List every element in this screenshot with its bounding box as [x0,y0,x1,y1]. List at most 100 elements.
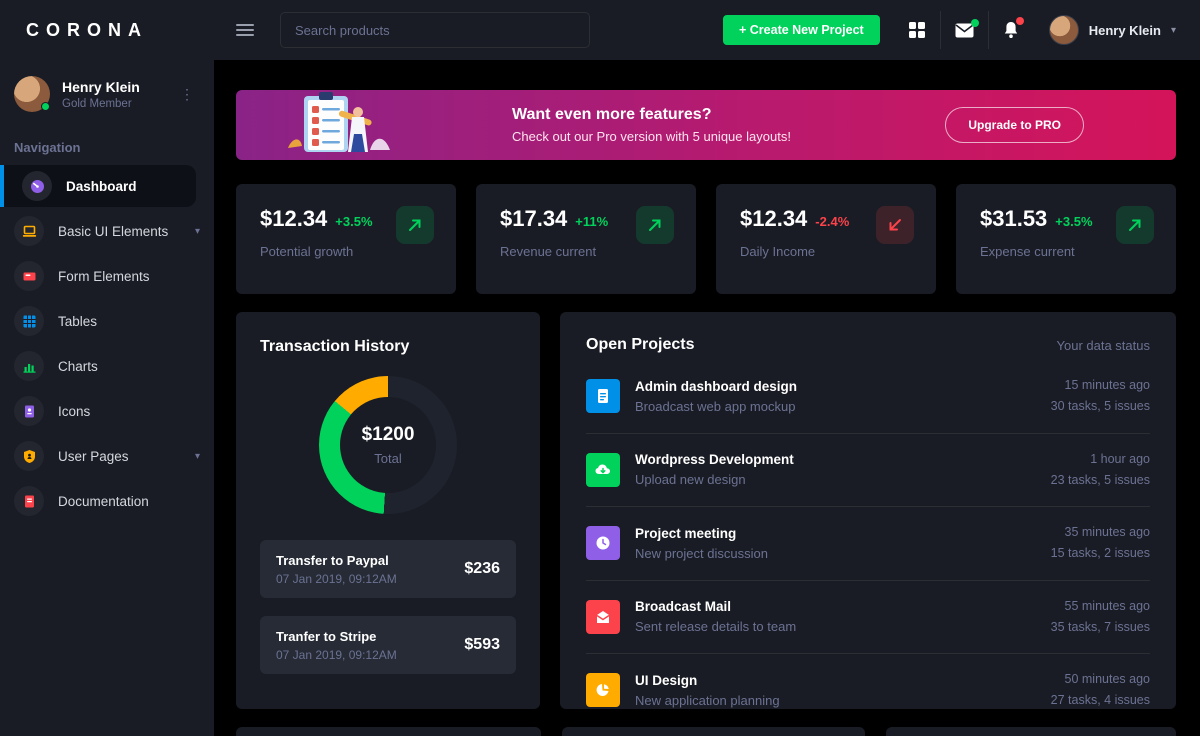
open-projects-card: Open Projects Your data status Admin das… [560,312,1176,709]
sidebar-item-documentation[interactable]: Documentation [0,480,214,522]
banner-illustration [282,90,402,160]
profile-avatar [14,76,50,112]
user-avatar [1048,15,1079,45]
project-meta: 55 minutes ago 35 tasks, 7 issues [1051,596,1150,639]
donut-total-label: Total [374,451,402,466]
stat-delta: +11% [575,214,609,229]
stat-label: Revenue current [500,244,597,259]
stat-label: Daily Income [740,244,816,259]
stat-label: Potential growth [260,244,354,259]
transfer-date: 07 Jan 2019, 09:12AM [276,647,397,662]
profile-options-icon[interactable]: ⋮ [174,84,200,105]
sidebar-item-dashboard[interactable]: Dashboard [0,165,196,207]
sidebar-item-charts[interactable]: Charts [0,345,214,387]
project-time: 1 hour ago [1090,451,1150,466]
stat-value: $31.53 [980,206,1048,231]
sidebar-profile[interactable]: Henry Klein Gold Member ⋮ [0,60,214,126]
laptop-icon [14,216,44,246]
stat-card-revenue-current: $17.34 +11% Revenue current [476,184,696,294]
search-box [280,12,590,48]
mail-open-icon [586,599,620,634]
transfers-list: Transfer to Paypal 07 Jan 2019, 09:12AM … [260,540,516,674]
project-meta: 50 minutes ago 27 tasks, 4 issues [1051,669,1150,712]
bar-chart-icon [14,351,44,381]
navbar-content: + Create New Project Henry Klein [214,11,1200,49]
create-project-button[interactable]: + Create New Project [723,15,880,45]
contacts-icon [14,396,44,426]
stat-value: $12.34 [740,206,808,231]
middle-row: Transaction History $1200 Total Transfer… [236,312,1176,709]
stat-delta: +3.5% [1055,214,1093,229]
bell-icon[interactable] [989,11,1033,49]
project-subtitle: Broadcast web app mockup [635,398,796,414]
project-text: Project meeting New project discussion [635,526,1051,561]
user-menu[interactable]: Henry Klein ▾ [1048,15,1176,45]
transfer-date: 07 Jan 2019, 09:12AM [276,571,397,586]
cloud-arrow-icon [586,452,620,487]
file-doc-icon [586,379,620,414]
stat-delta: -2.4% [815,214,850,229]
sidebar-item-label: User Pages [58,448,129,464]
stat-value: $17.34 [500,206,568,231]
project-tasks: 15 tasks, 2 issues [1050,546,1150,561]
stat-label: Expense current [980,244,1075,259]
project-subtitle: Upload new design [635,472,746,488]
transfer-row-stripe[interactable]: Tranfer to Stripe 07 Jan 2019, 09:12AM $… [260,616,516,674]
transfer-amount: $236 [464,560,500,577]
upgrade-pro-button[interactable]: Upgrade to PRO [945,107,1084,143]
profile-name: Henry Klein [62,78,140,95]
trend-down-icon [876,206,914,244]
banner-subtitle: Check out our Pro version with 5 unique … [512,129,791,144]
project-row-wordpress[interactable]: Wordpress Development Upload new design … [586,434,1150,507]
sidebar-item-tables[interactable]: Tables [0,300,214,342]
project-tasks: 30 tasks, 5 issues [1050,399,1150,414]
form-card-icon [14,261,44,291]
project-title: Broadcast Mail [635,599,732,615]
transfer-info: Transfer to Paypal 07 Jan 2019, 09:12AM [276,553,464,586]
open-projects-title: Open Projects [586,336,695,353]
project-row-broadcast-mail[interactable]: Broadcast Mail Sent release details to t… [586,581,1150,654]
brand-logo[interactable]: CORONA [0,20,214,41]
open-projects-subtitle: Your data status [1056,337,1150,353]
sidebar-item-label: Tables [58,313,98,329]
stat-card-daily-income: $12.34 -2.4% Daily Income [716,184,936,294]
sidebar-item-user-pages[interactable]: User Pages ▾ [0,435,214,477]
transfer-title: Transfer to Paypal [276,552,389,568]
nav-section-label: Navigation [14,140,81,155]
menu-toggle-icon[interactable] [236,21,254,39]
donut-chart: $1200 Total [319,376,457,514]
project-row-meeting[interactable]: Project meeting New project discussion 3… [586,507,1150,581]
corona-dashboard: CORONA + Create New Project [0,0,1200,736]
sidebar-item-icons[interactable]: Icons [0,390,214,432]
file-icon [14,486,44,516]
project-tasks: 27 tasks, 4 issues [1050,693,1150,708]
partial-card [236,727,541,736]
mail-badge [970,18,979,27]
transfer-title: Tranfer to Stripe [276,628,377,644]
sidebar-menu: Dashboard Basic UI Elements ▾ Form Eleme… [0,165,214,522]
project-title: Wordpress Development [635,452,794,468]
trend-up-icon [636,206,674,244]
project-subtitle: New project discussion [635,545,768,561]
project-title: Project meeting [635,525,737,541]
project-subtitle: Sent release details to team [635,619,797,635]
sidebar-item-label: Dashboard [66,178,137,194]
sidebar-item-form-elements[interactable]: Form Elements [0,255,214,297]
partial-card [562,727,865,736]
sidebar-item-basic-ui-elements[interactable]: Basic UI Elements ▾ [0,210,214,252]
project-text: Wordpress Development Upload new design [635,452,1051,487]
donut-center: $1200 Total [340,397,436,493]
project-row-admin-dashboard[interactable]: Admin dashboard design Broadcast web app… [586,360,1150,434]
project-row-ui-design[interactable]: UI Design New application planning 50 mi… [586,654,1150,727]
project-time: 35 minutes ago [1064,525,1150,539]
mail-icon[interactable] [941,13,988,48]
project-title: UI Design [635,672,698,688]
stats-row: $12.34 +3.5% Potential growth $17.34 +11% … [236,184,1176,294]
grid-apps-icon[interactable] [894,11,940,49]
transfer-info: Tranfer to Stripe 07 Jan 2019, 09:12AM [276,629,464,662]
search-input[interactable] [295,22,575,38]
transfer-row-paypal[interactable]: Transfer to Paypal 07 Jan 2019, 09:12AM … [260,540,516,598]
project-meta: 35 minutes ago 15 tasks, 2 issues [1051,522,1150,565]
donut-total-value: $1200 [361,424,415,445]
project-time: 50 minutes ago [1064,672,1150,686]
